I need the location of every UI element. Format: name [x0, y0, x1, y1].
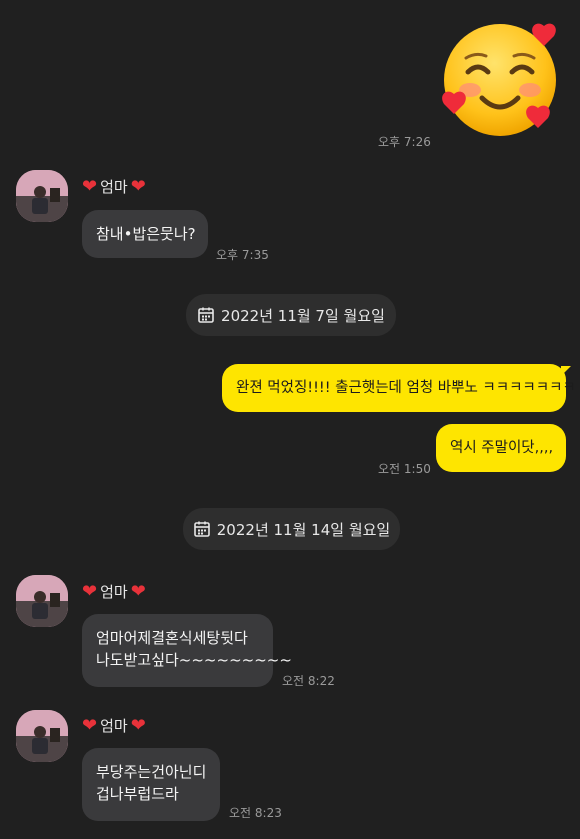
- sender-name: ❤ 엄마 ❤: [82, 581, 146, 602]
- avatar-photo: [16, 575, 68, 627]
- incoming-message-bubble[interactable]: 엄마어제결혼식세탕뒷다 나도받고싶다~~~~~~~~~: [82, 614, 292, 687]
- timestamp: 오전 8:23: [229, 806, 282, 820]
- heart-icon: ❤: [82, 714, 98, 736]
- avatar-photo: [16, 170, 68, 222]
- message-text: 참내•밥은뭇나?: [96, 225, 196, 243]
- message-text-line: 나도받고싶다~~~~~~~~~: [96, 651, 292, 669]
- sender-label: 엄마: [100, 178, 128, 196]
- outgoing-message-bubble[interactable]: 완젼 먹었징!!!! 출근햇는데 엄청 바뿌노 ㅋㅋㅋㅋㅋㅋㅋ: [222, 364, 576, 412]
- sender-name: ❤ 엄마 ❤: [82, 715, 146, 736]
- date-separator: 2022년 11월 14일 월요일: [183, 508, 400, 550]
- heart-icon: ❤: [82, 580, 98, 602]
- message-text-line: 엄마어제결혼식세탕뒷다: [96, 629, 248, 647]
- smiling-face-with-hearts-sticker[interactable]: [438, 18, 566, 138]
- outgoing-message-bubble[interactable]: 역시 주말이닷,,,,: [436, 424, 566, 472]
- message-text: 완젼 먹었징!!!! 출근햇는데 엄청 바뿌노 ㅋㅋㅋㅋㅋㅋㅋ: [236, 380, 576, 396]
- avatar[interactable]: [16, 575, 68, 627]
- heart-icon: ❤: [130, 175, 146, 197]
- sender-name: ❤ 엄마 ❤: [82, 176, 146, 197]
- timestamp: 오후 7:35: [216, 248, 269, 262]
- incoming-message-bubble[interactable]: 참내•밥은뭇나?: [82, 210, 208, 258]
- date-label: 2022년 11월 7일 월요일: [221, 306, 385, 325]
- heart-icon: ❤: [130, 714, 146, 736]
- message-text-line: 부당주는건아닌디: [96, 763, 207, 781]
- sender-label: 엄마: [100, 583, 128, 601]
- timestamp: 오전 8:22: [282, 674, 335, 688]
- timestamp: 오전 1:50: [378, 462, 431, 476]
- date-separator: 2022년 11월 7일 월요일: [186, 294, 396, 336]
- calendar-icon: [193, 521, 210, 537]
- calendar-icon: [198, 307, 214, 323]
- message-text-line: 겁나부럽드라: [96, 785, 179, 803]
- date-label: 2022년 11월 14일 월요일: [216, 520, 391, 539]
- avatar[interactable]: [16, 710, 68, 762]
- heart-icon: ❤: [130, 580, 146, 602]
- message-text: 역시 주말이닷,,,,: [450, 440, 554, 456]
- smiling-face-with-hearts-icon: [442, 23, 556, 136]
- timestamp: 오후 7:26: [378, 135, 431, 149]
- heart-icon: ❤: [82, 175, 98, 197]
- avatar-photo: [16, 710, 68, 762]
- incoming-message-bubble[interactable]: 부당주는건아닌디 겁나부럽드라: [82, 748, 220, 821]
- sender-label: 엄마: [100, 717, 128, 735]
- avatar[interactable]: [16, 170, 68, 222]
